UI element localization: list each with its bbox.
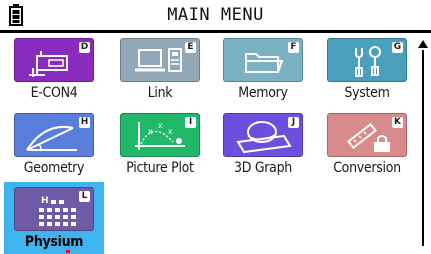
conversion-tile[interactable]: K — [327, 113, 407, 157]
svg-text:x: x — [148, 127, 153, 136]
menu-item-label: 3D Graph — [234, 160, 292, 176]
menu-item-label: Picture Plot — [126, 160, 194, 176]
shortcut-key-badge: G — [392, 42, 403, 53]
memory-tile[interactable]: F — [223, 38, 303, 82]
menu-item-label: Physium — [24, 234, 84, 250]
menu-item-picture-plot[interactable]: x x x I Picture Plot — [110, 108, 210, 180]
svg-text:x: x — [168, 127, 173, 136]
system-tile[interactable]: G — [327, 38, 407, 82]
shortcut-key-badge: F — [288, 42, 299, 53]
menu-item-geometry[interactable]: H Geometry — [4, 108, 104, 180]
link-tile[interactable]: E — [120, 38, 200, 82]
menu-item-label: System — [344, 85, 390, 101]
shortcut-key-badge: E — [185, 42, 196, 53]
menu-item-link[interactable]: E Link — [110, 33, 210, 105]
scroll-track[interactable] — [422, 50, 424, 246]
shortcut-key-badge: I — [185, 117, 196, 128]
menu-item-system[interactable]: G System — [317, 33, 417, 105]
vertical-scrollbar[interactable] — [415, 33, 431, 253]
shortcut-key-badge: D — [79, 42, 90, 53]
svg-text:H: H — [41, 196, 49, 206]
svg-text:x: x — [158, 121, 163, 130]
title-bar: MAIN MENU — [0, 0, 431, 30]
shortcut-key-badge: L — [79, 191, 90, 202]
menu-item-memory[interactable]: F Memory — [213, 33, 313, 105]
geometry-tile[interactable]: H — [14, 113, 94, 157]
main-menu-grid: D E-CON4 E Link F Memory G System H Geom… — [0, 33, 417, 254]
calculator-screen: MAIN MENU D E-CON4 E Link F Memory G Sys… — [0, 0, 431, 254]
menu-item-label: E-CON4 — [30, 85, 78, 101]
physium-tile[interactable]: H L — [14, 187, 94, 231]
econ4-tile[interactable]: D — [14, 38, 94, 82]
menu-item-label: Memory — [238, 85, 288, 101]
scroll-up-arrow-icon[interactable] — [418, 40, 428, 48]
menu-item-physium[interactable]: H L Physium — [4, 182, 104, 254]
shortcut-key-badge: K — [392, 117, 403, 128]
shortcut-key-badge: J — [288, 117, 299, 128]
menu-item-label: Link — [147, 85, 173, 101]
picture-plot-tile[interactable]: x x x I — [120, 113, 200, 157]
menu-item-econ4[interactable]: D E-CON4 — [4, 33, 104, 105]
menu-item-label: Conversion — [333, 160, 401, 176]
page-title: MAIN MENU — [167, 5, 264, 25]
3d-graph-tile[interactable]: J — [223, 113, 303, 157]
shortcut-key-badge: H — [79, 117, 90, 128]
menu-item-conversion[interactable]: K Conversion — [317, 108, 417, 180]
menu-item-3d-graph[interactable]: J 3D Graph — [213, 108, 313, 180]
menu-item-label: Geometry — [23, 160, 85, 176]
